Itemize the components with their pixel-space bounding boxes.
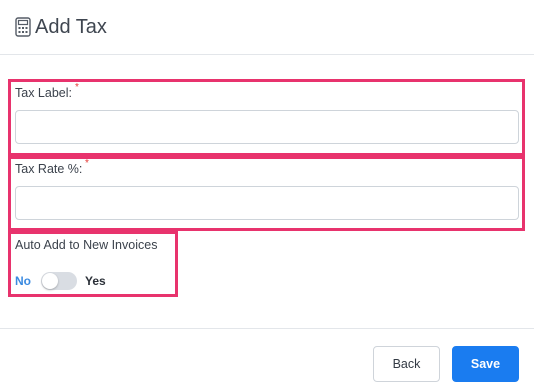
modal-header: Add Tax xyxy=(0,0,534,55)
tax-label-input[interactable] xyxy=(15,110,519,144)
auto-add-label: Auto Add to New Invoices xyxy=(15,238,158,252)
save-button[interactable]: Save xyxy=(452,346,519,382)
toggle-knob xyxy=(42,273,58,289)
toggle-off-label: No xyxy=(15,274,31,288)
modal-footer: Back Save xyxy=(0,328,534,392)
tax-rate-input[interactable] xyxy=(15,186,519,220)
tax-rate-label: Tax Rate %: xyxy=(15,162,83,176)
tax-rate-required-mark: * xyxy=(85,158,89,169)
back-button[interactable]: Back xyxy=(373,346,440,382)
calculator-icon xyxy=(15,17,31,37)
auto-add-toggle[interactable] xyxy=(41,272,77,290)
tax-label-label: Tax Label: xyxy=(15,86,72,100)
tax-label-required-mark: * xyxy=(75,82,79,93)
page-title: Add Tax xyxy=(35,16,107,38)
toggle-on-label: Yes xyxy=(85,274,106,288)
